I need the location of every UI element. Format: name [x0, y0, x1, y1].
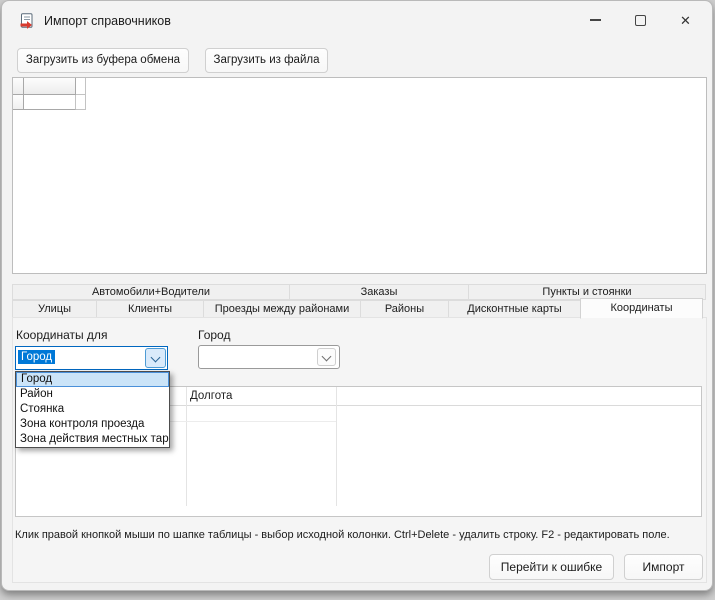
load-from-file-button[interactable]: Загрузить из файла: [205, 48, 328, 73]
dropdown-item-rayon[interactable]: Район: [16, 387, 169, 402]
minimize-button[interactable]: [573, 1, 618, 39]
coordinates-for-label: Координаты для: [16, 328, 107, 342]
window-controls: ✕: [573, 1, 708, 39]
tab-proezdy-mezhdu-rayonami[interactable]: Проезды между районами: [203, 300, 361, 318]
chevron-down-icon: [322, 352, 332, 362]
load-from-clipboard-button[interactable]: Загрузить из буфера обмена: [17, 48, 189, 73]
window-title: Импорт справочников: [44, 14, 171, 28]
grid-column-header[interactable]: [24, 78, 76, 95]
dropdown-item-zona-deystviya[interactable]: Зона действия местных тар: [16, 432, 169, 447]
coordinates-for-dropdown-list: Город Район Стоянка Зона контроля проезд…: [15, 371, 170, 448]
chevron-down-icon: [151, 353, 161, 363]
table-grid-line: [336, 387, 337, 506]
tab-diskontnye-karty[interactable]: Дисконтные карты: [448, 300, 581, 318]
dropdown-item-zona-kontrolya[interactable]: Зона контроля проезда: [16, 417, 169, 432]
import-document-icon: [19, 13, 35, 29]
import-button[interactable]: Импорт: [624, 554, 703, 580]
grid-corner-cell: [13, 78, 24, 95]
city-combobox-dropdown-button[interactable]: [317, 348, 336, 366]
tab-klienty[interactable]: Клиенты: [96, 300, 204, 318]
reference-tabs: Автомобили+Водители Заказы Пункты и стоя…: [12, 284, 707, 319]
tab-rayony[interactable]: Районы: [360, 300, 449, 318]
tab-avtomobili-voditeli[interactable]: Автомобили+Водители: [12, 284, 290, 300]
grid-empty-cell-2[interactable]: [76, 95, 86, 110]
table-grid-line: [186, 387, 187, 506]
city-label: Город: [198, 328, 230, 342]
dropdown-item-stoyanka[interactable]: Стоянка: [16, 402, 169, 417]
minimize-icon: [590, 19, 601, 20]
grid-column-header-2[interactable]: [76, 78, 86, 95]
source-data-grid[interactable]: [12, 77, 707, 274]
tab-ulitsy[interactable]: Улицы: [12, 300, 97, 318]
coordinates-for-combobox[interactable]: Город: [15, 346, 168, 370]
city-combobox[interactable]: [198, 345, 340, 369]
tab-zakazy[interactable]: Заказы: [289, 284, 469, 300]
goto-error-button[interactable]: Перейти к ошибке: [489, 554, 614, 580]
maximize-icon: [635, 15, 646, 26]
dropdown-item-gorod[interactable]: Город: [16, 372, 169, 387]
tab-koordinaty[interactable]: Координаты: [580, 298, 703, 319]
combobox-selected-value: Город: [18, 350, 55, 364]
grid-row-header[interactable]: [13, 95, 24, 110]
longitude-column-header[interactable]: Долгота: [190, 390, 232, 402]
close-icon: ✕: [680, 14, 691, 27]
combobox-dropdown-button[interactable]: [145, 348, 166, 368]
title-bar: Импорт справочников ✕: [2, 1, 712, 41]
maximize-button[interactable]: [618, 1, 663, 39]
import-dialog-window: Импорт справочников ✕ Загрузить из буфер…: [1, 0, 713, 591]
close-button[interactable]: ✕: [663, 1, 708, 39]
usage-hint-text: Клик правой кнопкой мыши по шапке таблиц…: [15, 529, 710, 541]
grid-empty-cell[interactable]: [24, 95, 76, 110]
